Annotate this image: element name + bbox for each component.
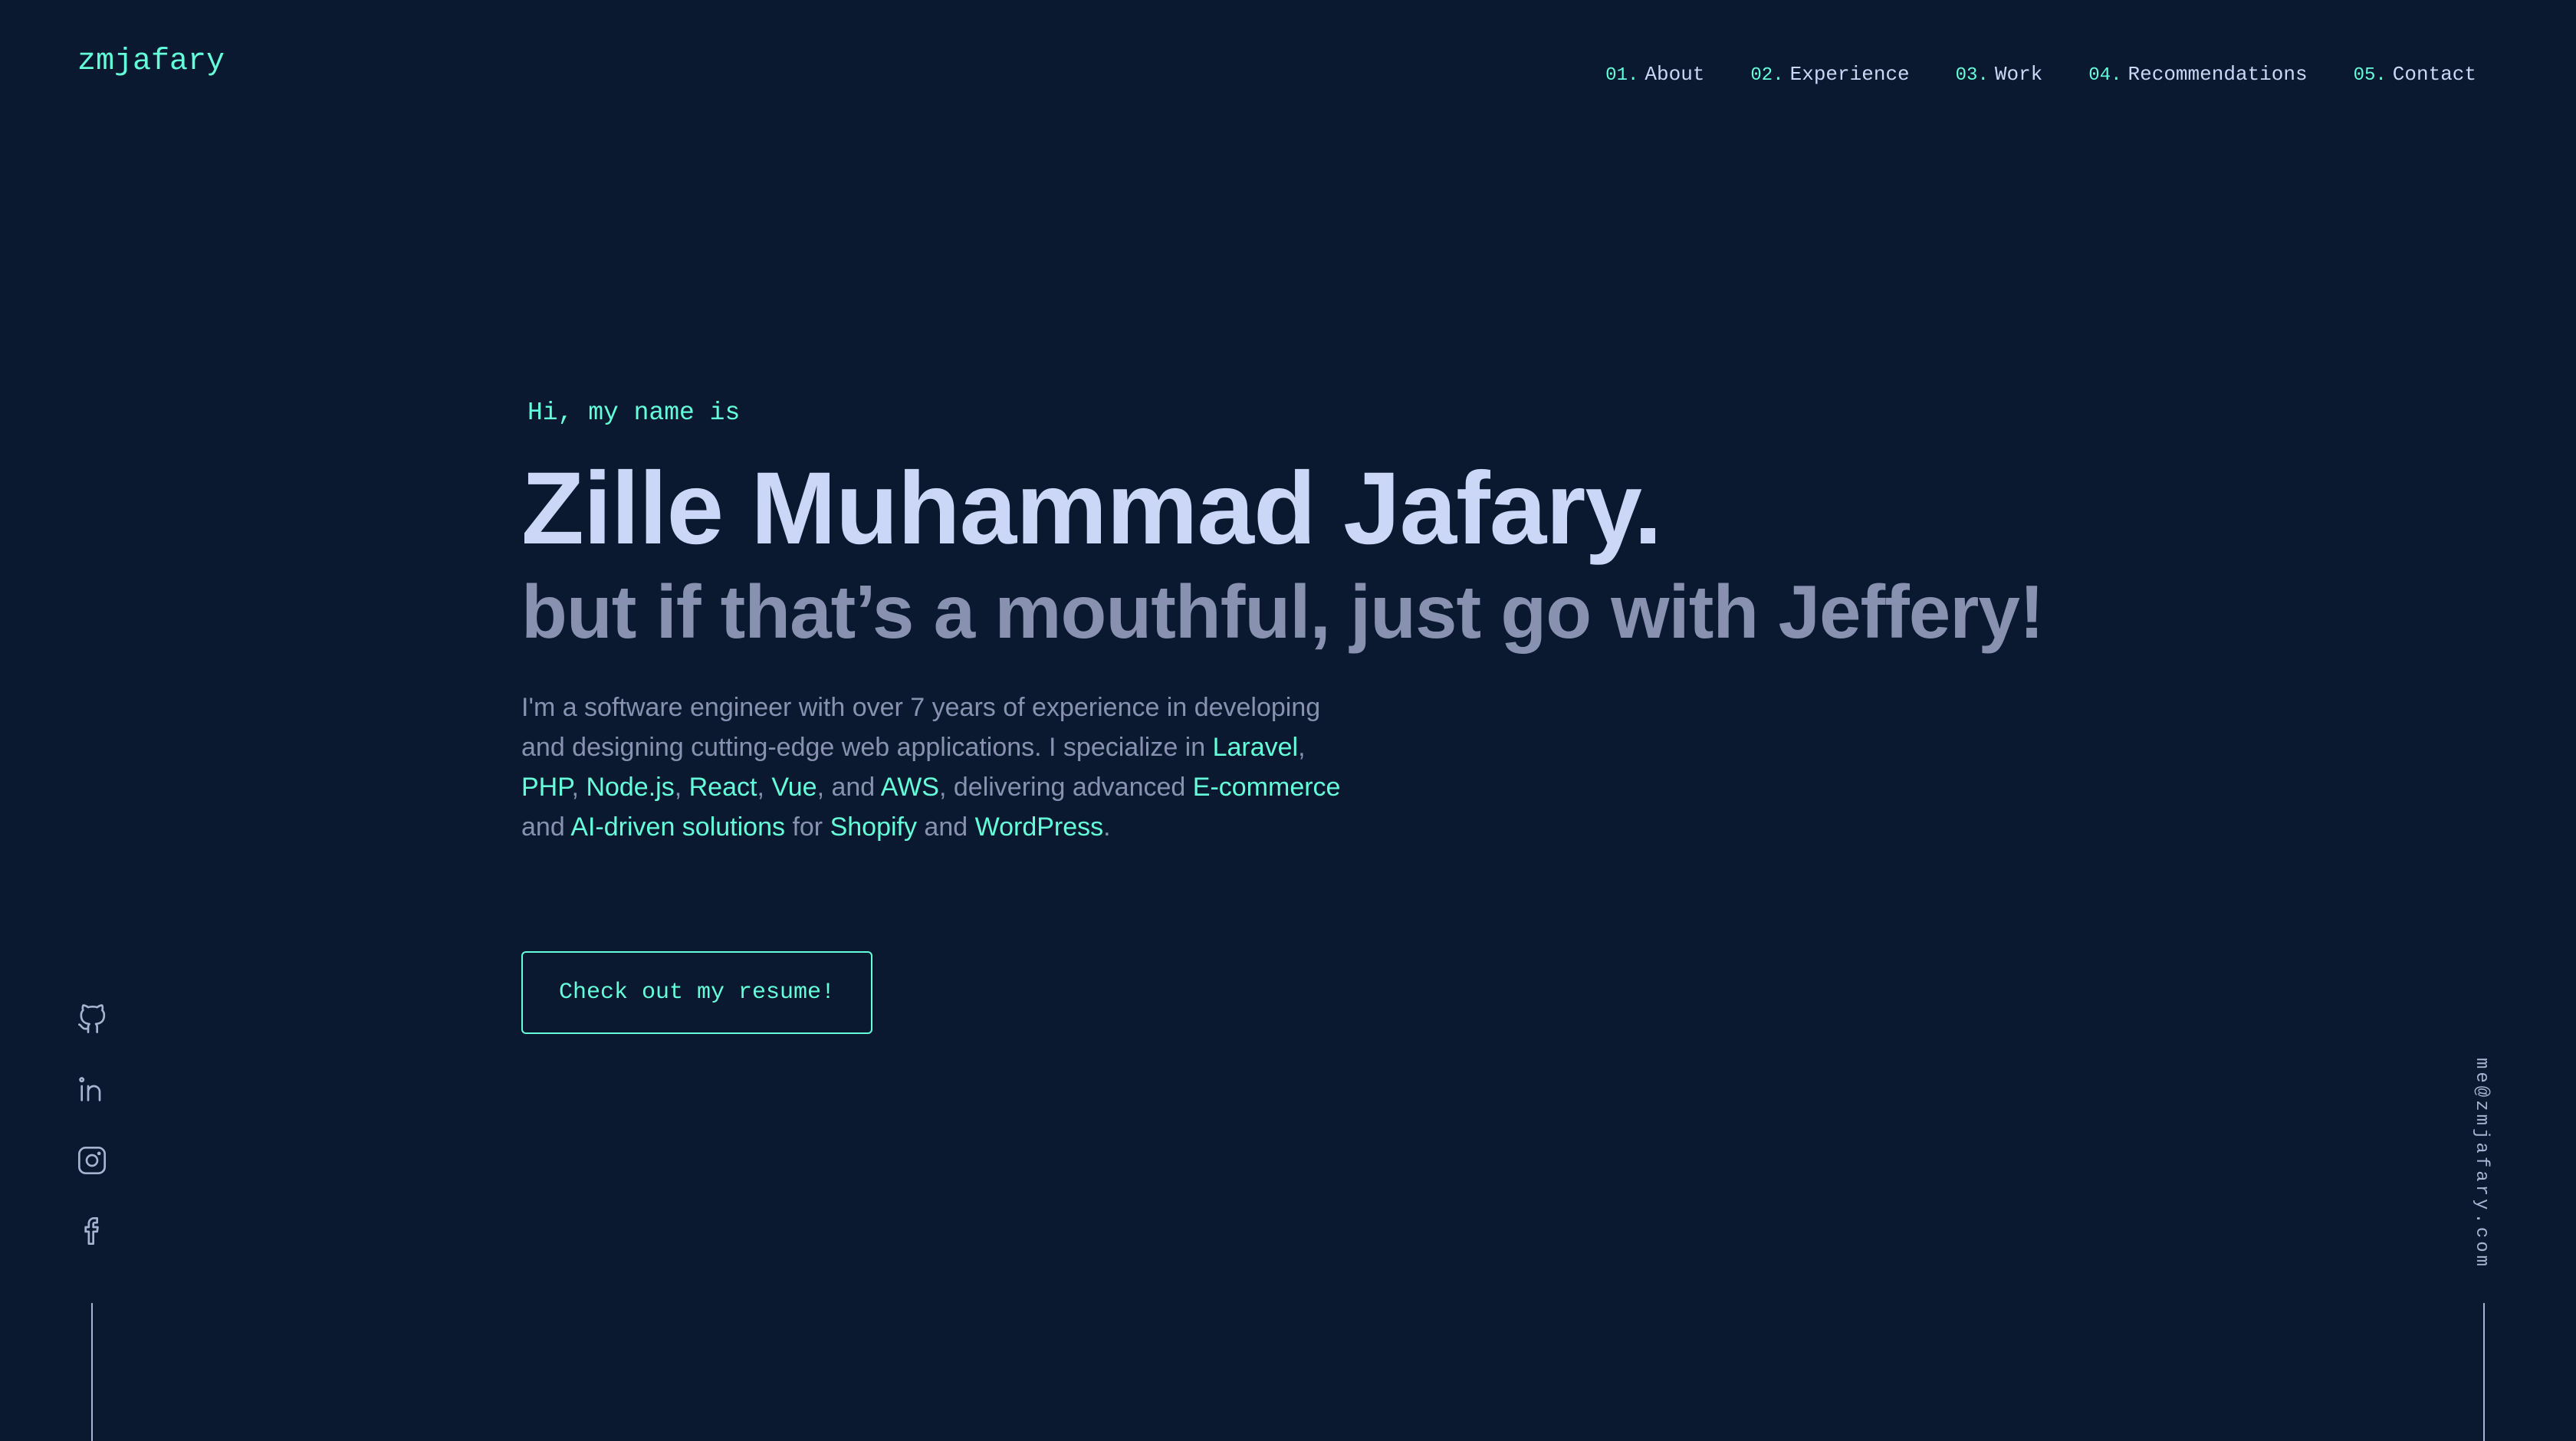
desc-text: , and (816, 773, 881, 802)
nav-label: About (1644, 63, 1705, 86)
link-vue[interactable]: Vue (771, 773, 816, 802)
link-react[interactable]: React (689, 773, 757, 802)
link-php[interactable]: PHP (521, 773, 572, 802)
linkedin-link[interactable] (74, 1075, 110, 1105)
site-logo[interactable]: zmjafary (77, 44, 225, 79)
top-nav: 01. About 02. Experience 03. Work 04. Recomm… (1605, 63, 2476, 86)
instagram-icon (78, 1147, 106, 1174)
nav-item-work[interactable]: 03. Work (1956, 63, 2043, 86)
desc-text: , (1298, 733, 1306, 762)
hero-section: Hi, my name is Zille Muhammad Jafary. bu… (521, 399, 2131, 1034)
nav-number: 04. (2088, 65, 2122, 86)
desc-text: , (757, 773, 772, 802)
resume-button[interactable]: Check out my resume! (521, 951, 872, 1034)
link-ai-solutions[interactable]: AI-driven solutions (570, 812, 785, 842)
hero-intro: Hi, my name is (527, 399, 741, 427)
nav-number: 03. (1955, 65, 1989, 86)
link-wordpress[interactable]: WordPress (975, 812, 1104, 842)
link-shopify[interactable]: Shopify (830, 812, 917, 842)
nav-label: Work (1994, 63, 2043, 86)
nav-item-contact[interactable]: 05. Contact (2354, 63, 2476, 86)
desc-text: , delivering advanced (938, 773, 1193, 802)
right-vertical-line (2483, 1303, 2485, 1441)
facebook-icon (84, 1217, 99, 1245)
link-ecommerce[interactable]: E-commerce (1193, 773, 1341, 802)
link-nodejs[interactable]: Node.js (586, 773, 674, 802)
nav-item-about[interactable]: 01. About (1605, 63, 1704, 86)
left-vertical-line (91, 1303, 93, 1441)
link-laravel[interactable]: Laravel (1213, 733, 1299, 762)
hero-name: Zille Muhammad Jafary. (521, 451, 1662, 566)
nav-label: Recommendations (2128, 63, 2308, 86)
nav-number: 05. (2353, 65, 2387, 86)
desc-text: . (1103, 812, 1111, 842)
nav-item-recommendations[interactable]: 04. Recommendations (2088, 63, 2307, 86)
nav-number: 01. (1605, 65, 1639, 86)
nav-item-experience[interactable]: 02. Experience (1750, 63, 1909, 86)
instagram-link[interactable] (74, 1145, 110, 1176)
desc-text: for (785, 812, 830, 842)
hero-tagline: but if that’s a mouthful, just go with J… (521, 570, 2045, 654)
desc-text: , (674, 773, 689, 802)
hero-description: I'm a software engineer with over 7 year… (521, 688, 1365, 847)
nav-number: 02. (1750, 65, 1784, 86)
desc-text: and (521, 812, 571, 842)
linkedin-icon (79, 1077, 101, 1101)
link-aws[interactable]: AWS (881, 773, 939, 802)
facebook-link[interactable] (74, 1216, 110, 1246)
nav-label: Experience (1789, 63, 1910, 86)
github-icon (78, 1004, 106, 1033)
desc-text: and (916, 812, 975, 842)
email-link[interactable]: me@zmjafary.com (2471, 1058, 2492, 1269)
github-link[interactable] (74, 1004, 110, 1035)
social-links (74, 1004, 110, 1246)
nav-label: Contact (2392, 63, 2476, 86)
desc-text: , (571, 773, 586, 802)
desc-text: I'm a software engineer with over 7 year… (521, 693, 1321, 762)
